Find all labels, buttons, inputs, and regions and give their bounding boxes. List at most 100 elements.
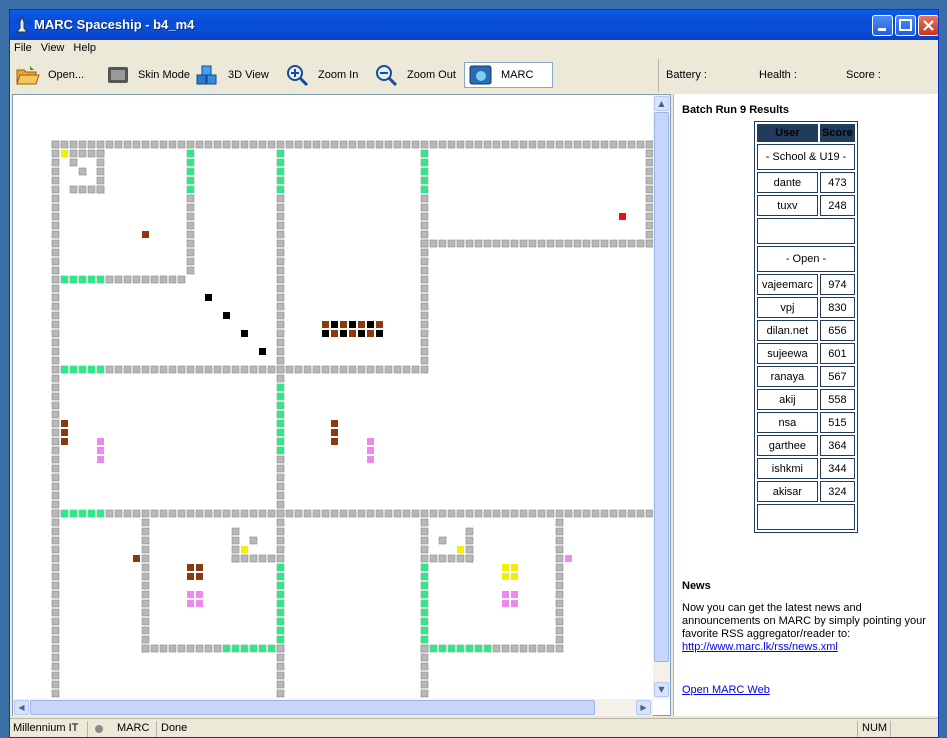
battery-label: Battery : [666, 69, 707, 81]
wall-cell [276, 338, 285, 347]
wall-cell [276, 482, 285, 491]
wall-cell [429, 140, 438, 149]
skin-mode-button[interactable]: Skin Mode [106, 62, 190, 88]
rss-link[interactable]: http://www.marc.lk/rss/news.xml [682, 641, 838, 653]
menu-file[interactable]: File [10, 40, 37, 54]
wall-cell [186, 266, 195, 275]
wall-cell [186, 221, 195, 230]
wall-cell [51, 482, 60, 491]
wall-cell [240, 554, 249, 563]
zoom-out-button[interactable]: Zoom Out [375, 62, 456, 88]
minimize-button[interactable] [872, 15, 893, 36]
wall-cell [51, 419, 60, 428]
pink-item [97, 447, 104, 454]
wall-cell [609, 239, 618, 248]
3d-view-button[interactable]: 3D View [196, 62, 269, 88]
wall-cell [366, 140, 375, 149]
wall-cell [492, 644, 501, 653]
wall-cell [438, 554, 447, 563]
maze-map[interactable] [13, 95, 653, 699]
wall-cell [420, 239, 429, 248]
wall-cell [555, 644, 564, 653]
horizontal-scroll-thumb[interactable] [30, 700, 595, 715]
wall-cell [555, 599, 564, 608]
table-row: tuxv 248 [757, 195, 855, 216]
wall-cell [420, 680, 429, 689]
wall-cell [591, 509, 600, 518]
wall-cell [258, 365, 267, 374]
wall-cell [276, 266, 285, 275]
group-school: - School & U19 - [757, 144, 855, 170]
wall-cell [51, 329, 60, 338]
wall-cell [321, 140, 330, 149]
scroll-down-arrow-icon[interactable]: ▼ [654, 682, 669, 697]
wall-cell [240, 140, 249, 149]
marc-button[interactable]: MARC [464, 62, 553, 88]
wall-cell [51, 563, 60, 572]
wall-cell [411, 365, 420, 374]
wall-cell [51, 302, 60, 311]
wall-cell [51, 356, 60, 365]
scroll-left-arrow-icon[interactable]: ◀ [14, 700, 29, 715]
wall-cell [276, 680, 285, 689]
wall-cell [231, 554, 240, 563]
wall-cell [141, 635, 150, 644]
wall-cell [51, 167, 60, 176]
wall-cell [231, 527, 240, 536]
door-cell [421, 609, 428, 616]
wall-cell [420, 248, 429, 257]
wall-cell [276, 464, 285, 473]
open-marc-web-link[interactable]: Open MARC Web [682, 684, 770, 696]
wall-cell [537, 140, 546, 149]
wall-cell [51, 599, 60, 608]
table-row: garthee 364 [757, 435, 855, 456]
menu-view[interactable]: View [37, 40, 70, 54]
wall-cell [474, 239, 483, 248]
door-cell [421, 591, 428, 598]
block-item [367, 330, 374, 337]
wall-cell [267, 140, 276, 149]
wall-cell [609, 140, 618, 149]
wall-cell [231, 509, 240, 518]
wall-cell [186, 365, 195, 374]
wall-cell [483, 140, 492, 149]
close-button[interactable] [918, 15, 938, 36]
scroll-right-arrow-icon[interactable]: ▶ [636, 700, 651, 715]
vertical-scrollbar[interactable]: ▲ ▼ [653, 95, 670, 699]
wall-cell [618, 239, 627, 248]
scroll-up-arrow-icon[interactable]: ▲ [654, 96, 669, 111]
pink-item [97, 438, 104, 445]
door-cell [421, 168, 428, 175]
wall-cell [276, 293, 285, 302]
wall-cell [177, 509, 186, 518]
menu-help[interactable]: Help [69, 40, 101, 54]
vertical-scroll-thumb[interactable] [654, 112, 669, 662]
wall-cell [267, 365, 276, 374]
wall-cell [384, 509, 393, 518]
wall-cell [420, 527, 429, 536]
wall-cell [348, 365, 357, 374]
brown-item [196, 573, 203, 580]
column-header-user: User [757, 124, 818, 142]
wall-cell [276, 491, 285, 500]
zoom-in-button[interactable]: Zoom In [286, 62, 358, 88]
wall-cell [645, 203, 653, 212]
wall-cell [465, 545, 474, 554]
block-item [376, 330, 383, 337]
maximize-button[interactable] [895, 15, 916, 36]
wall-cell [150, 275, 159, 284]
door-cell [259, 645, 266, 652]
table-row: vajeemarc 974 [757, 274, 855, 295]
door-cell [223, 645, 230, 652]
wall-cell [258, 140, 267, 149]
wall-cell [87, 140, 96, 149]
wall-cell [474, 140, 483, 149]
map-view[interactable]: ▲ ▼ ◀ ▶ [12, 94, 671, 716]
open-button[interactable]: Open... [16, 62, 84, 88]
title-bar[interactable]: MARC Spaceship - b4_m4 [10, 10, 938, 40]
wall-cell [645, 176, 653, 185]
table-row: akisar 324 [757, 481, 855, 502]
wall-cell [186, 230, 195, 239]
wall-cell [132, 365, 141, 374]
horizontal-scrollbar[interactable]: ◀ ▶ [13, 699, 653, 716]
